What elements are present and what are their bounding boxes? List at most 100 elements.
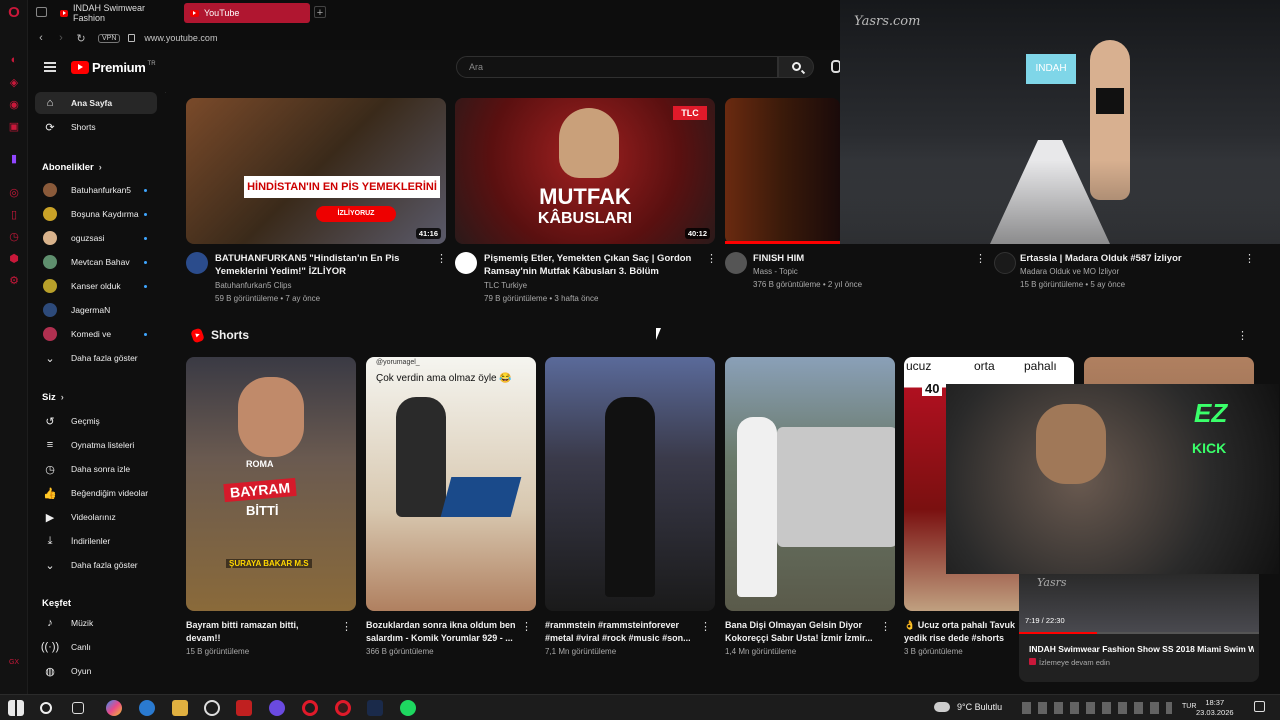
reload-icon[interactable]: ↻ — [74, 32, 88, 45]
channel-name[interactable]: Batuhanfurkan5 Clips — [215, 279, 292, 292]
channel-name[interactable]: Madara Olduk ve MO İzliyor — [1020, 265, 1119, 278]
copilot-icon[interactable] — [106, 700, 122, 716]
vpn-badge[interactable]: VPN — [98, 33, 121, 43]
guide-item-downloads[interactable]: ⤓ İndirilenler — [35, 530, 157, 552]
search-input[interactable]: Ara — [456, 56, 778, 78]
avatar[interactable] — [186, 252, 208, 274]
sidebar-history-icon[interactable]: ◷ — [6, 228, 22, 244]
sidebar-whatsapp-icon[interactable]: ◉ — [6, 96, 22, 112]
sidebar-player-icon[interactable]: ◎ — [6, 184, 22, 200]
sidebar-gx-icon[interactable]: GX — [6, 654, 22, 670]
more-vert-icon[interactable]: ⋮ — [706, 252, 717, 265]
sidebar-messenger-icon[interactable]: ◈ — [6, 74, 22, 90]
lock-icon[interactable] — [128, 34, 136, 42]
search-icon[interactable] — [40, 702, 52, 714]
mini-player-subtitle[interactable]: İzlemeye devam edin — [1029, 658, 1110, 667]
mini-player[interactable]: Yasrs 7:19 / 22:30 INDAH Swimwear Fashio… — [1019, 574, 1259, 682]
sub-item[interactable]: Boşuna Kaydırma — [35, 203, 157, 225]
app-icon[interactable] — [269, 700, 285, 716]
weather-text[interactable]: 9°C Bulutlu — [957, 702, 1002, 712]
short-thumbnail[interactable]: ROMA BAYRAM BİTTİ ŞURAYA BAKAR M.S — [186, 357, 356, 611]
clock[interactable]: 18:37 23.03.2026 — [1196, 698, 1234, 718]
new-tab-button[interactable]: + — [314, 6, 326, 19]
url-field[interactable]: www.youtube.com — [144, 33, 217, 43]
guide-item-playlists[interactable]: ≡ Oynatma listeleri — [35, 434, 157, 456]
avatar[interactable] — [725, 252, 747, 274]
more-vert-icon[interactable]: ⋮ — [341, 620, 352, 633]
short-thumbnail[interactable] — [725, 357, 895, 611]
obs-icon[interactable] — [204, 700, 220, 716]
spotify-icon[interactable] — [400, 700, 416, 716]
video-title[interactable]: Ertassla | Madara Olduk #587 İzliyor — [1020, 252, 1238, 265]
guide-item-your-videos[interactable]: ▶ Videolarınız — [35, 506, 157, 528]
sidebar-twitch-icon[interactable]: ▮ — [6, 150, 22, 166]
video-thumbnail[interactable] — [725, 98, 840, 244]
sidebar-bookmarks-icon[interactable]: ▯ — [6, 206, 22, 222]
more-vert-icon[interactable]: ⋮ — [436, 252, 447, 265]
notification-icon[interactable] — [1254, 701, 1265, 712]
sub-item[interactable]: Komedi ve — [35, 323, 157, 345]
windows-start-icon[interactable] — [8, 700, 24, 716]
guide-item-shorts[interactable]: ⟳ Shorts — [35, 116, 157, 138]
short-title[interactable]: Bana Dişi Olmayan Gelsin Diyor Kokoreççi … — [725, 619, 877, 644]
video-title[interactable]: BATUHANFURKAN5 "Hindistan'ın En Pis Yemek… — [215, 252, 433, 278]
opera-logo-icon[interactable]: O — [6, 4, 22, 21]
mini-player-progress-track[interactable] — [1019, 632, 1259, 634]
opera-icon[interactable] — [302, 700, 318, 716]
avatar[interactable] — [455, 252, 477, 274]
sub-item[interactable]: JagermaN — [35, 299, 157, 321]
short-thumbnail[interactable] — [545, 357, 715, 611]
more-vert-icon[interactable]: ⋮ — [700, 620, 711, 633]
voice-app-icon[interactable] — [236, 700, 252, 716]
more-vert-icon[interactable]: ⋮ — [880, 620, 891, 633]
more-vert-icon[interactable]: ⋮ — [975, 252, 986, 265]
forward-icon[interactable]: › — [54, 32, 68, 44]
edge-icon[interactable] — [139, 700, 155, 716]
guide-item-history[interactable]: ↺ Geçmiş — [35, 410, 157, 432]
language-indicator[interactable]: TUR — [1182, 703, 1196, 710]
guide-item-gaming[interactable]: ◍ Oyun — [35, 660, 157, 682]
sub-item[interactable]: oguzsasi — [35, 227, 157, 249]
guide-item-home[interactable]: ⌂ Ana Sayfa — [35, 92, 157, 114]
short-thumbnail[interactable]: @yorumagel_ Çok verdin ama olmaz öyle 😂 — [366, 357, 536, 611]
guide-item-watch-later[interactable]: ◷ Daha sonra izle — [35, 458, 157, 480]
you-heading[interactable]: Siz › — [42, 392, 64, 403]
short-title[interactable]: Bozuklardan sonra ikna oldum ben salardım… — [366, 619, 518, 644]
file-explorer-icon[interactable] — [172, 700, 188, 716]
hamburger-menu-icon[interactable] — [44, 62, 56, 72]
tab-list-icon[interactable] — [36, 7, 47, 17]
sidebar-extensions-icon[interactable]: ⬢ — [6, 250, 22, 266]
channel-name[interactable]: Mass - Topic — [753, 265, 798, 278]
video-thumbnail[interactable]: HİNDİSTAN'IN EN PİS YEMEKLERİNİ İZLİYORU… — [186, 98, 446, 244]
short-title[interactable]: Bayram bitti ramazan bitti, devam!! — [186, 619, 338, 644]
channel-name[interactable]: TLC Turkiye — [484, 279, 527, 292]
task-view-icon[interactable] — [72, 702, 84, 714]
sub-item[interactable]: Kanser olduk — [35, 275, 157, 297]
sub-item[interactable]: Batuhanfurkan5 — [35, 179, 157, 201]
search-button[interactable] — [778, 56, 814, 78]
tab-indah[interactable]: INDAH Swimwear Fashion — [54, 3, 174, 23]
video-title[interactable]: Pişmemiş Etler, Yemekten Çıkan Saç | Gor… — [484, 252, 702, 278]
tab-youtube[interactable]: YouTube — [184, 3, 310, 23]
subscriptions-heading[interactable]: Abonelikler › — [42, 162, 102, 173]
video-title[interactable]: FINISH HIM — [753, 252, 971, 265]
guide-item-liked[interactable]: 👍 Beğendiğim videolar — [35, 482, 157, 504]
video-thumbnail[interactable]: TLC MUTFAK KÂBUSLARI 40:12 — [455, 98, 715, 244]
guide-item-live[interactable]: ((·)) Canlı — [35, 636, 157, 658]
guide-item-music[interactable]: ♪ Müzik — [35, 612, 157, 634]
avatar[interactable] — [994, 252, 1016, 274]
more-vert-icon[interactable]: ⋮ — [521, 620, 532, 633]
opera-gx-icon[interactable] — [335, 700, 351, 716]
mini-player-title[interactable]: INDAH Swimwear Fashion Show SS 2018 Miam… — [1029, 644, 1254, 654]
sidebar-speed-dial-icon[interactable]: ◐ — [6, 52, 22, 68]
sidebar-instagram-icon[interactable]: ▣ — [6, 118, 22, 134]
sub-item[interactable]: Mevtcan Bahav — [35, 251, 157, 273]
steam-icon[interactable] — [367, 700, 383, 716]
guide-show-more[interactable]: ⌄ Daha fazla göster — [35, 347, 157, 369]
more-vert-icon[interactable]: ⋮ — [1237, 329, 1248, 342]
sidebar-settings-icon[interactable]: ⚙ — [6, 272, 22, 288]
youtube-premium-logo[interactable]: Premium TR — [71, 60, 156, 75]
guide-scroll-up-icon[interactable]: ▲ — [164, 86, 166, 95]
guide-show-more[interactable]: ⌄ Daha fazla göster — [35, 554, 157, 576]
back-icon[interactable]: ‹ — [34, 32, 48, 44]
